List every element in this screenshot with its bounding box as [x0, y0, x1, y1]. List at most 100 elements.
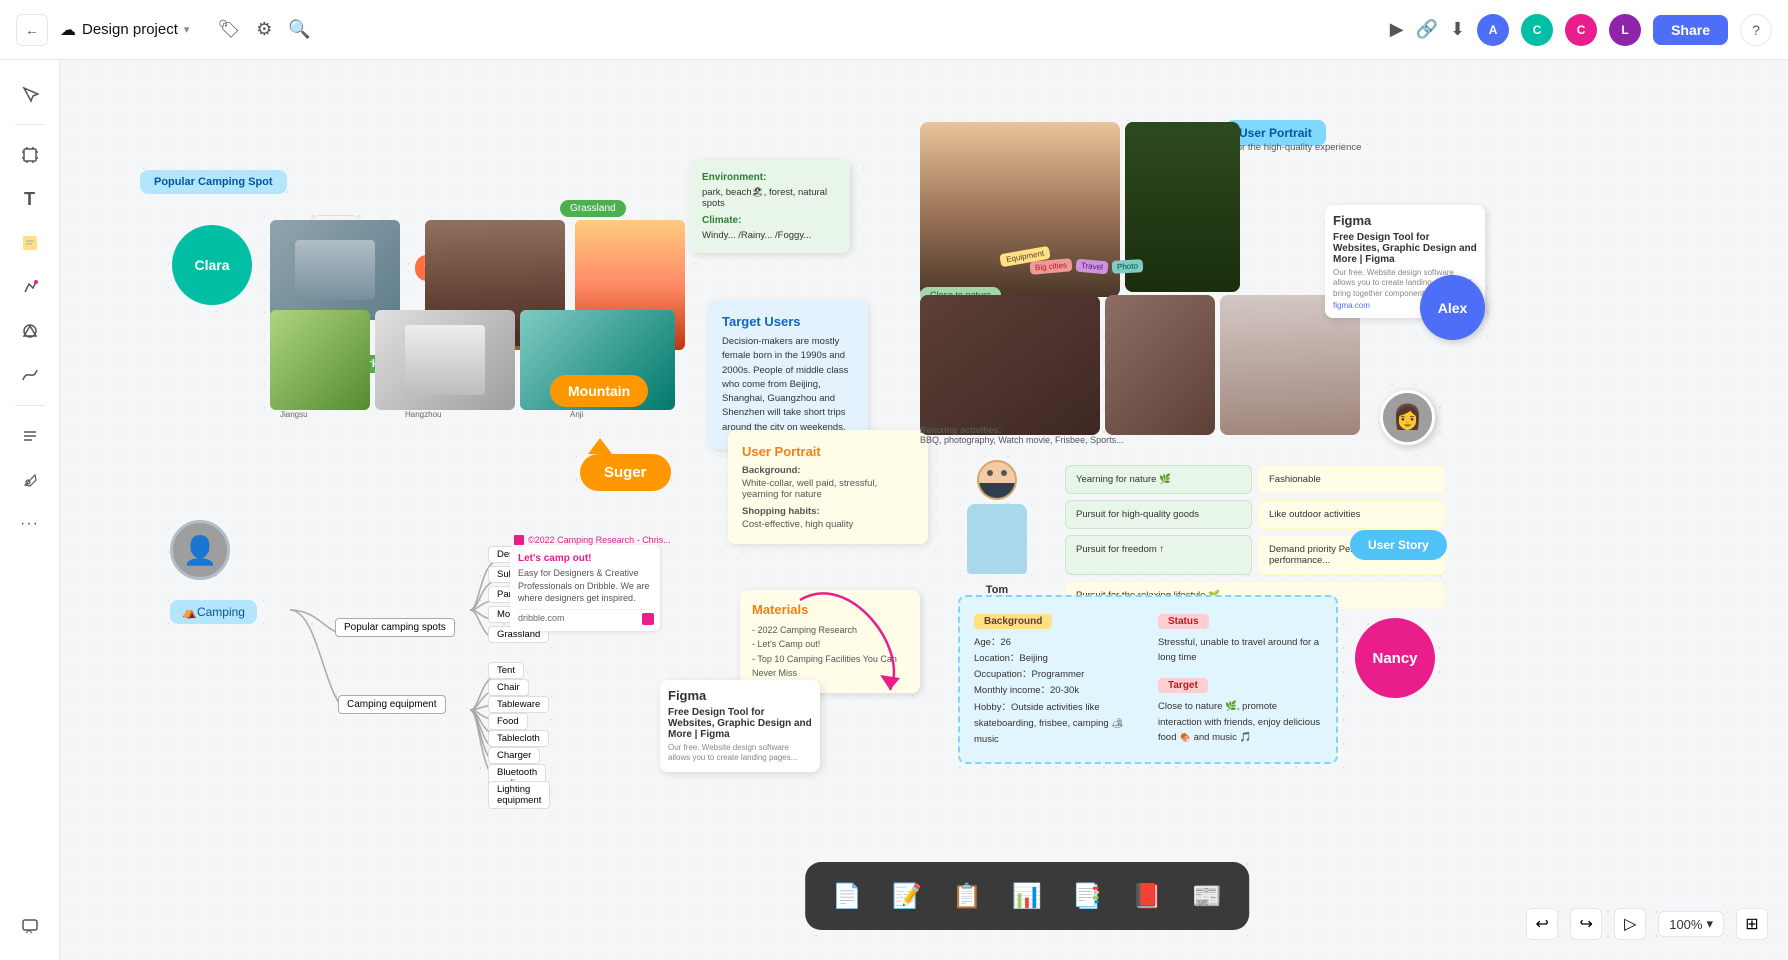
avatar-l[interactable]: L	[1609, 14, 1641, 46]
figma-right-logo: Figma	[1333, 213, 1477, 228]
redo-button[interactable]: ↪	[1570, 908, 1602, 940]
equip-charger: Charger	[488, 747, 540, 764]
alex-node: Alex	[1420, 275, 1485, 340]
grassland-tag: Grassland	[560, 200, 626, 217]
equipment-box: Camping equipment	[338, 695, 446, 714]
toolbar-pdf-icon[interactable]: 📕	[1125, 874, 1169, 918]
sidebar-item-draw[interactable]	[12, 269, 48, 305]
tag-outdoor: Like outdoor activities	[1258, 500, 1445, 529]
bg-details: Age：26 Location：Beijing Occupation：Progr…	[974, 635, 1138, 748]
nancy-node: Nancy	[1355, 618, 1435, 698]
figma-card-title: Free Design Tool for Websites, Graphic D…	[668, 707, 812, 740]
sidebar-item-shape[interactable]	[12, 313, 48, 349]
avatar-c2[interactable]: C	[1565, 14, 1597, 46]
sidebar-item-frame[interactable]	[12, 137, 48, 173]
toolbar-excel-icon[interactable]: 📊	[1005, 874, 1049, 918]
bg-right-col: Status Stressful, unable to travel aroun…	[1158, 611, 1322, 748]
header-right: ▶ 🔗 ⬇ A C C L Share ?	[1390, 14, 1772, 46]
bg-title: Background	[974, 614, 1052, 629]
figma-card-desc: Our free. Website design software allows…	[668, 743, 812, 764]
sidebar-item-comment[interactable]	[12, 908, 48, 944]
sidebar-item-text[interactable]: T	[12, 181, 48, 217]
popular-spots-box: Popular camping spots	[335, 618, 455, 637]
target-text: Close to nature 🌿, promote interaction w…	[1158, 699, 1322, 745]
grid-view-button[interactable]: ⊞	[1736, 908, 1768, 940]
bg-card-columns: Background Age：26 Location：Beijing Occup…	[974, 611, 1322, 748]
tag-nature: Yearning for nature 🌿	[1065, 465, 1252, 494]
photo-park1	[270, 310, 370, 410]
search-icon[interactable]: 🔍	[288, 19, 310, 40]
toolbar-doc-icon[interactable]: 📄	[825, 874, 869, 918]
avatar-a[interactable]: A	[1477, 14, 1509, 46]
tag-freedom: Pursuit for freedom ↑	[1065, 535, 1252, 575]
figma-right-title: Free Design Tool for Websites, Graphic D…	[1333, 232, 1477, 265]
anji-label: Anji	[570, 410, 583, 419]
materials-text: - 2022 Camping Research - Let's Camp out…	[752, 623, 908, 681]
suger-node: Suger	[580, 450, 671, 491]
label-icon[interactable]: 🏷	[217, 19, 240, 40]
sidebar-item-pen[interactable]	[12, 462, 48, 498]
header-tools: 🏷 ⚙ 🔍	[217, 19, 310, 40]
photos-top-right: Close to nature	[920, 122, 1240, 322]
canvas[interactable]: Popular Camping Spot Clara Desert Grassl…	[60, 60, 1788, 960]
target-title: Target	[1158, 678, 1208, 693]
share-link-icon[interactable]: 🔗	[1416, 19, 1438, 40]
portrait-bg-text: White-collar, well paid, stressful, year…	[742, 478, 914, 500]
play-icon[interactable]: ▶	[1390, 19, 1404, 40]
equip-tablecloth: Tablecloth	[488, 730, 549, 747]
portrait-shopping-text: Cost-effective, high quality	[742, 519, 914, 530]
climate-text: Windy... /Rainy... /Foggy...	[702, 230, 838, 241]
share-button[interactable]: Share	[1653, 15, 1728, 45]
header: ← ☁ Design project ▾ 🏷 ⚙ 🔍 ▶ 🔗 ⬇ A C C L…	[0, 0, 1788, 60]
avatar-c1[interactable]: C	[1521, 14, 1553, 46]
lets-camp-title: Let's camp out!	[518, 553, 652, 564]
equip-food: Food	[488, 713, 528, 730]
bg-left-col: Background Age：26 Location：Beijing Occup…	[974, 611, 1138, 748]
toolbar-psd-icon[interactable]: 📰	[1185, 874, 1229, 918]
photo-row-bottom: Jiangsu Hangzhou Anji	[270, 310, 690, 430]
sidebar-item-more[interactable]: ···	[12, 506, 48, 542]
figma-logo: Figma	[668, 688, 812, 703]
climate-title: Climate:	[702, 215, 838, 226]
toolbar-pptx-icon[interactable]: 📋	[945, 874, 989, 918]
photo-camp-brown	[1105, 295, 1215, 435]
sidebar-item-select[interactable]	[12, 76, 48, 112]
project-name-button[interactable]: ☁ Design project ▾	[60, 20, 189, 40]
cloud-icon: ☁	[60, 20, 76, 40]
toolbar-word-icon[interactable]: 📝	[885, 874, 929, 918]
tom-body	[967, 504, 1027, 574]
sidebar-item-sticky[interactable]	[12, 225, 48, 261]
sidebar-divider-1	[15, 124, 45, 125]
materials-title: Materials	[752, 602, 908, 617]
equip-lighting: Lighting equipment	[488, 781, 550, 809]
download-icon[interactable]: ⬇	[1450, 19, 1465, 40]
environment-title: Environment:	[702, 172, 838, 183]
toolbar-ppt-icon[interactable]: 📑	[1065, 874, 1109, 918]
sidebar-item-list[interactable]	[12, 418, 48, 454]
user-story-button[interactable]: User Story	[1350, 530, 1447, 560]
cursor-button[interactable]: ▷	[1614, 908, 1646, 940]
figma-card-bottom: Figma Free Design Tool for Websites, Gra…	[660, 680, 820, 772]
zoom-control[interactable]: 100% ▾	[1658, 911, 1724, 937]
hangzhou-label: Hangzhou	[405, 410, 441, 419]
photos-bottom-right: Relaxing activities: BBQ, photography, W…	[920, 295, 1360, 455]
jiangsu-label: Jiangsu	[280, 410, 308, 419]
bottom-toolbar: 📄 📝 📋 📊 📑 📕 📰	[805, 862, 1249, 930]
sidebar-item-curve[interactable]	[12, 357, 48, 393]
portrait-bg-label: Background:	[742, 465, 914, 476]
environment-sticky: Environment: park, beach🏖, forest, natur…	[690, 160, 850, 253]
settings-icon[interactable]: ⚙	[256, 19, 272, 40]
tom-head	[977, 460, 1017, 500]
clara-node[interactable]: Clara	[172, 225, 252, 305]
target-users-text: Decision-makers are mostly female born i…	[722, 335, 854, 435]
help-button[interactable]: ?	[1740, 14, 1772, 46]
lets-camp-icon	[642, 613, 654, 625]
photo-house	[270, 220, 400, 320]
back-icon: ←	[25, 22, 39, 38]
back-button[interactable]: ←	[16, 14, 48, 46]
chevron-down-icon: ▾	[184, 23, 190, 36]
portrait-avatar: 👩	[1380, 390, 1435, 445]
photo-park2	[375, 310, 515, 410]
left-sidebar: T ···	[0, 60, 60, 960]
undo-button[interactable]: ↩	[1526, 908, 1558, 940]
